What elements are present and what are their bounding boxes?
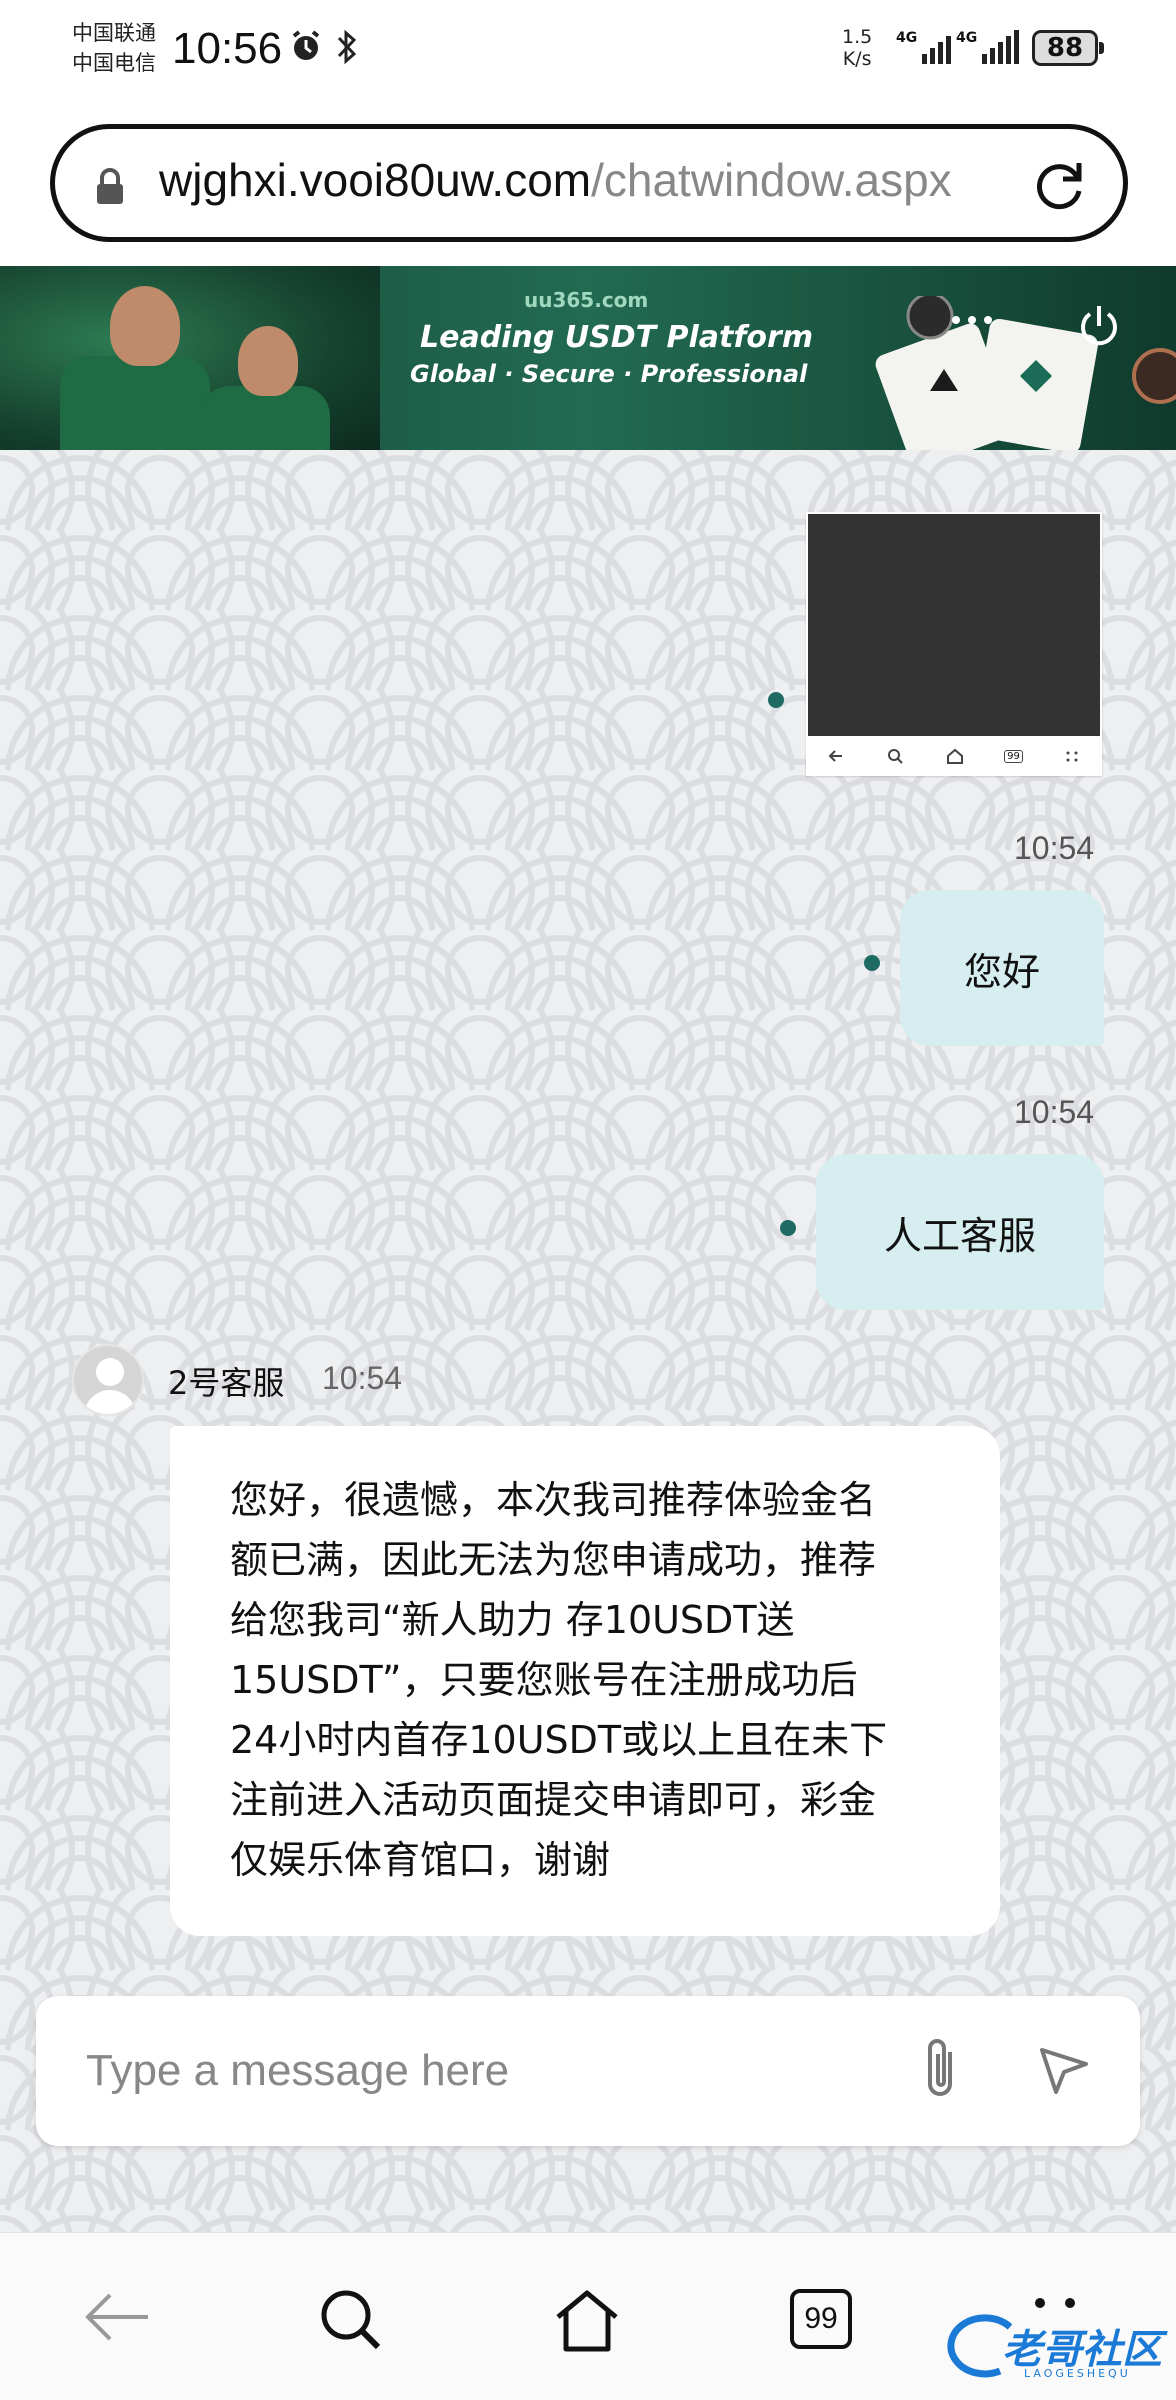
menu-dots-icon <box>1066 751 1078 762</box>
agent-message-time: 10:54 <box>322 1360 403 1396</box>
more-options-icon[interactable] <box>952 316 992 324</box>
message-line: 您好，很遗憾，本次我司推荐体验金名 <box>230 1478 877 1522</box>
message-time: 10:54 <box>1014 1094 1095 1130</box>
attachment-icon[interactable] <box>916 2034 966 2106</box>
sent-indicator <box>864 955 880 971</box>
browser-bottom-nav: 99 老哥社区 LAOGESHEQU <box>0 2232 1176 2400</box>
tabs-count-button[interactable]: 99 <box>790 2289 852 2349</box>
carrier-2: 中国电信 <box>72 51 156 75</box>
message-bubble-sent: 人工客服 <box>816 1154 1104 1310</box>
browser-address-area: wjghxi.vooi80uw.com/chatwindow.aspx <box>0 108 1176 266</box>
banner-subline: Global · Secure · Professional <box>410 360 808 388</box>
watermark-logo: 老哥社区 LAOGESHEQU <box>940 2313 1168 2393</box>
carrier-1: 中国联通 <box>72 21 156 45</box>
agent-avatar <box>72 1344 144 1416</box>
tabs-count-icon: 99 <box>1004 749 1023 763</box>
url-text[interactable]: wjghxi.vooi80uw.com/chatwindow.aspx <box>159 153 1039 207</box>
power-icon[interactable] <box>1074 300 1124 350</box>
status-clock: 10:56 <box>172 24 283 73</box>
status-bar: 中国联通 中国电信 10:56 1.5 K/s 4G 4G 88 <box>0 0 1176 108</box>
message-line: 给您我司“新人助力 存10USDT送 <box>230 1598 795 1642</box>
home-icon <box>946 748 963 764</box>
message-bubble-received: 您好，很遗憾，本次我司推荐体验金名 额已满，因此无法为您申请成功，推荐 给您我司… <box>170 1426 1000 1936</box>
image-message[interactable]: 99 <box>806 512 1102 776</box>
send-icon[interactable] <box>1034 2040 1094 2100</box>
carrier-labels: 中国联通 中国电信 <box>72 18 156 78</box>
search-icon[interactable] <box>316 2285 386 2355</box>
screenshot-thumbnail <box>808 514 1100 736</box>
banner-site: uu365.com <box>524 288 649 312</box>
message-line: 注前进入活动页面提交申请即可，彩金 <box>230 1778 877 1822</box>
message-input[interactable] <box>86 2036 906 2106</box>
home-icon[interactable] <box>552 2285 622 2355</box>
agent-name: 2号客服 <box>168 1364 285 1402</box>
alarm-icon <box>292 30 320 60</box>
message-time: 10:54 <box>1014 830 1095 866</box>
message-line: 24小时内首存10USDT或以上且在未下 <box>230 1718 888 1762</box>
reload-icon[interactable] <box>1029 155 1089 215</box>
sent-indicator <box>780 1220 796 1236</box>
sim1-signal-icon: 4G <box>896 30 952 64</box>
message-bubble-sent: 您好 <box>900 890 1104 1046</box>
chat-window[interactable]: 99 10:54 您好 10:54 人工客服 2号客服 10:54 您好，很遗憾… <box>0 450 1176 2232</box>
back-arrow-icon[interactable] <box>82 2285 152 2349</box>
back-icon <box>828 750 842 762</box>
sim2-signal-icon: 4G <box>956 30 1020 64</box>
watermark-subtext: LAOGESHEQU <box>1024 2367 1131 2380</box>
net-speed: 1.5 K/s <box>842 26 873 70</box>
search-icon <box>888 749 903 764</box>
message-composer <box>36 1996 1140 2146</box>
banner-headline: Leading USDT Platform <box>420 320 814 355</box>
bluetooth-icon <box>337 29 357 65</box>
message-line: 额已满，因此无法为您申请成功，推荐 <box>230 1538 877 1582</box>
battery-indicator: 88 <box>1032 30 1104 66</box>
lock-icon <box>97 168 123 204</box>
sent-indicator <box>768 692 784 708</box>
message-line: 15USDT”，只要您账号在注册成功后 <box>230 1658 858 1702</box>
thumbnail-nav-bar: 99 <box>806 736 1102 776</box>
playing-cards-icon <box>875 296 1176 450</box>
address-bar[interactable]: wjghxi.vooi80uw.com/chatwindow.aspx <box>50 124 1128 242</box>
message-line: 仅娱乐体育馆口，谢谢 <box>230 1838 611 1882</box>
promo-banner: uu365.com Leading USDT Platform Global ·… <box>0 266 1176 450</box>
